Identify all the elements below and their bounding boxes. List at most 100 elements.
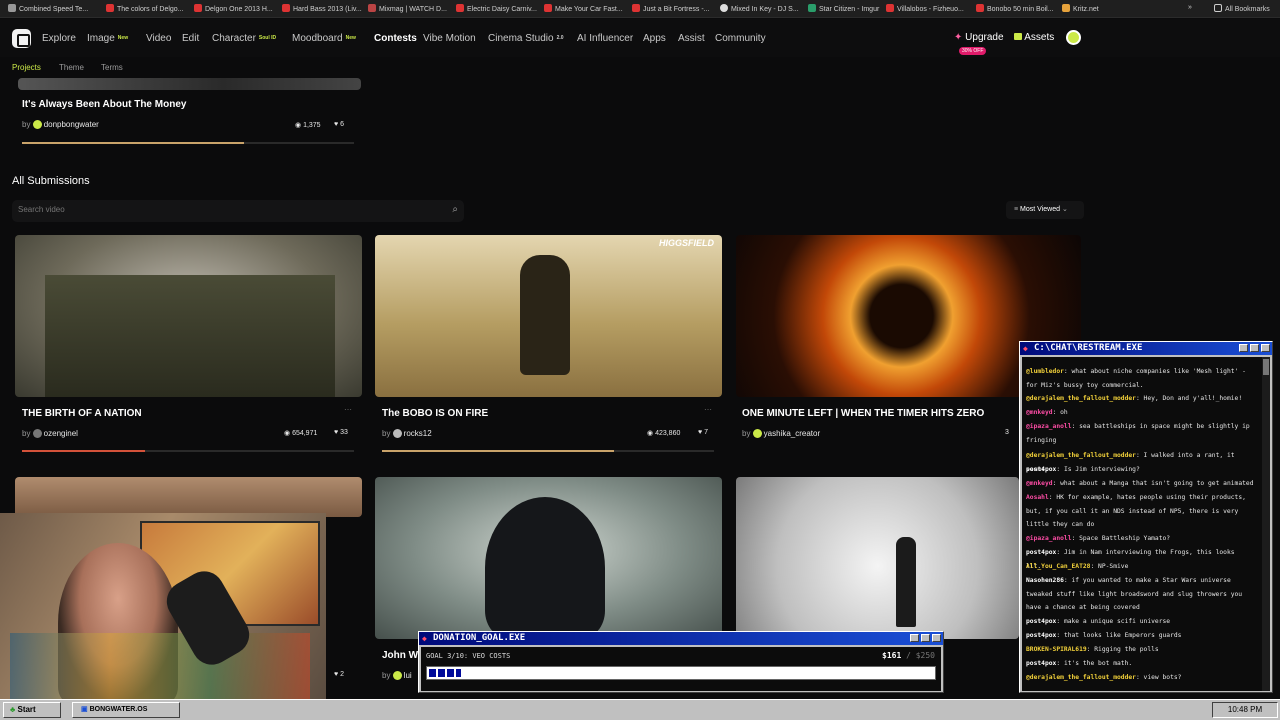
featured-title[interactable]: It's Always Been About The Money [22,99,186,110]
likes-count: ♥ 2 [334,671,345,678]
nav-cinema-studio[interactable]: Cinema Studio 2.0 [488,33,564,44]
video-author[interactable]: by lui [382,671,412,680]
bookmark[interactable]: Mixed In Key - DJ S... [720,4,799,13]
tab-terms[interactable]: Terms [101,63,123,72]
maximize-button[interactable] [921,634,930,642]
higgsfield-watermark: HIGGSFIELD [658,238,714,248]
new-badge: New [117,35,129,41]
views-count: 3 [1005,429,1009,436]
upgrade-button[interactable]: ✦ Upgrade [954,32,1004,43]
search-icon[interactable]: ⌕ [452,204,458,215]
tab-projects[interactable]: Projects [12,63,41,72]
chat-message: post4pox: Is Jim interviewing? [1026,466,1140,473]
chat-message: BROKEN-SPIRAL619: Rigging the polls [1026,646,1159,653]
mixedinkey-icon [720,4,728,12]
featured-thumbnail[interactable] [18,78,361,90]
video-author[interactable]: by ozenginel [22,429,78,438]
bookmark[interactable]: Star Citizen - Imgur [808,4,879,13]
bookmark[interactable]: Kritz.net [1062,4,1099,13]
video-thumbnail[interactable] [15,235,362,397]
rocket-icon: ✦ [954,32,963,43]
sort-dropdown[interactable]: ≡ Most Viewed ⌄ [1006,201,1084,219]
bookmark[interactable]: Villalobos - Fizheuo... [886,4,964,13]
video-thumbnail[interactable] [15,477,362,517]
video-thumbnail[interactable] [736,477,1019,639]
clock: 10:48 PM [1212,702,1278,718]
chat-scrollbar[interactable] [1262,357,1270,691]
start-button[interactable]: ♣ Start [3,702,61,718]
nav-edit[interactable]: Edit [182,33,199,44]
video-author[interactable]: by rocks12 [382,429,432,438]
goal-progress-bar [426,666,936,680]
taskbar-app[interactable]: ▣ BONGWATER.OS [72,702,180,718]
video-thumbnail[interactable] [375,477,722,639]
folder-icon [1214,4,1222,12]
bookmark[interactable]: Electric Daisy Carniv... [456,4,537,13]
chat-message: @lumbledor: what about niche companies l… [1026,368,1246,389]
bookmark[interactable]: Just a Bit Fortress -... [632,4,710,13]
bookmark[interactable]: The colors of Delgo... [106,4,184,13]
maximize-button[interactable] [1250,344,1259,352]
sort-icon: ≡ [1014,206,1019,213]
figure-image [896,537,916,627]
top-nav: Explore Image New Video Edit Character Sou… [0,19,1280,57]
window-icon: ▣ [81,706,88,713]
taskbar: ♣ Start ▣ BONGWATER.OS 10:48 PM [0,699,1280,720]
avatar[interactable] [1066,30,1081,45]
bookmark[interactable]: Mixmag | WATCH D... [368,4,447,13]
kritz-icon [1062,4,1070,12]
frog-icon: ♣ [10,705,16,714]
nav-moodboard[interactable]: Moodboard New [292,33,356,44]
youtube-icon [632,4,640,12]
donation-titlebar: ◆ DONATION_GOAL.EXE [419,632,943,645]
chat-message: @mnkeyd: what about a Manga that isn't g… [1026,480,1254,487]
video-thumbnail[interactable]: HIGGSFIELD [375,235,722,397]
folder-icon [1014,33,1022,40]
video-title[interactable]: ONE MINUTE LEFT | WHEN THE TIMER HITS ZE… [742,408,984,419]
nav-character[interactable]: Character Soul ID [212,33,276,44]
imgur-icon [808,4,816,12]
video-title[interactable]: John W [382,650,418,661]
more-icon[interactable]: ⋯ [344,405,352,414]
bookmark[interactable]: Hard Bass 2013 (Liv... [282,4,362,13]
more-icon[interactable]: ⋯ [704,405,712,414]
video-title[interactable]: THE BIRTH OF A NATION [22,408,142,419]
more-bookmarks-icon[interactable]: » [1188,4,1192,11]
bookmark[interactable]: Delgon One 2013 H... [194,4,273,13]
video-author[interactable]: by yashika_creator [742,429,820,438]
eye-icon: ◉ [295,122,302,129]
video-progress [22,450,354,452]
nav-contests[interactable]: Contests [374,33,417,44]
nav-image[interactable]: Image New [87,33,128,44]
nav-ai-influencer[interactable]: AI Influencer [577,33,633,44]
nav-apps[interactable]: Apps [643,33,666,44]
minimize-button[interactable] [910,634,919,642]
nav-video[interactable]: Video [146,33,171,44]
higgsfield-logo-icon[interactable] [12,29,31,48]
search-input[interactable] [18,205,418,214]
nav-assist[interactable]: Assist [678,33,705,44]
new-badge: New [345,35,356,41]
chat-titlebar: ◆ C:\CHAT\RESTREAM.EXE [1020,342,1272,355]
goal-label: GOAL 3/10: VEO COSTS [426,652,511,660]
all-bookmarks[interactable]: All Bookmarks [1214,4,1270,13]
nav-explore[interactable]: Explore [42,33,76,44]
webcam-overlay [0,513,326,699]
bookmark[interactable]: Make Your Car Fast... [544,4,623,13]
tab-theme[interactable]: Theme [59,63,84,72]
assets-button[interactable]: Assets [1014,32,1054,43]
nav-vibe-motion[interactable]: Vibe Motion [423,33,476,44]
featured-author[interactable]: by donpbongwater [22,120,99,129]
youtube-icon [976,4,984,12]
minimize-button[interactable] [1239,344,1248,352]
nav-community[interactable]: Community [715,33,766,44]
bookmark[interactable]: Bonobo 50 min Boil... [976,4,1054,13]
views-count: ◉ 654,971 [284,430,318,437]
close-button[interactable] [1261,344,1270,352]
bookmark[interactable]: Combined Speed Te... [8,4,88,13]
close-button[interactable] [932,634,941,642]
scrollbar-thumb[interactable] [1263,359,1269,375]
youtube-icon [886,4,894,12]
youtube-icon [282,4,290,12]
video-title[interactable]: The BOBO IS ON FIRE [382,408,488,419]
